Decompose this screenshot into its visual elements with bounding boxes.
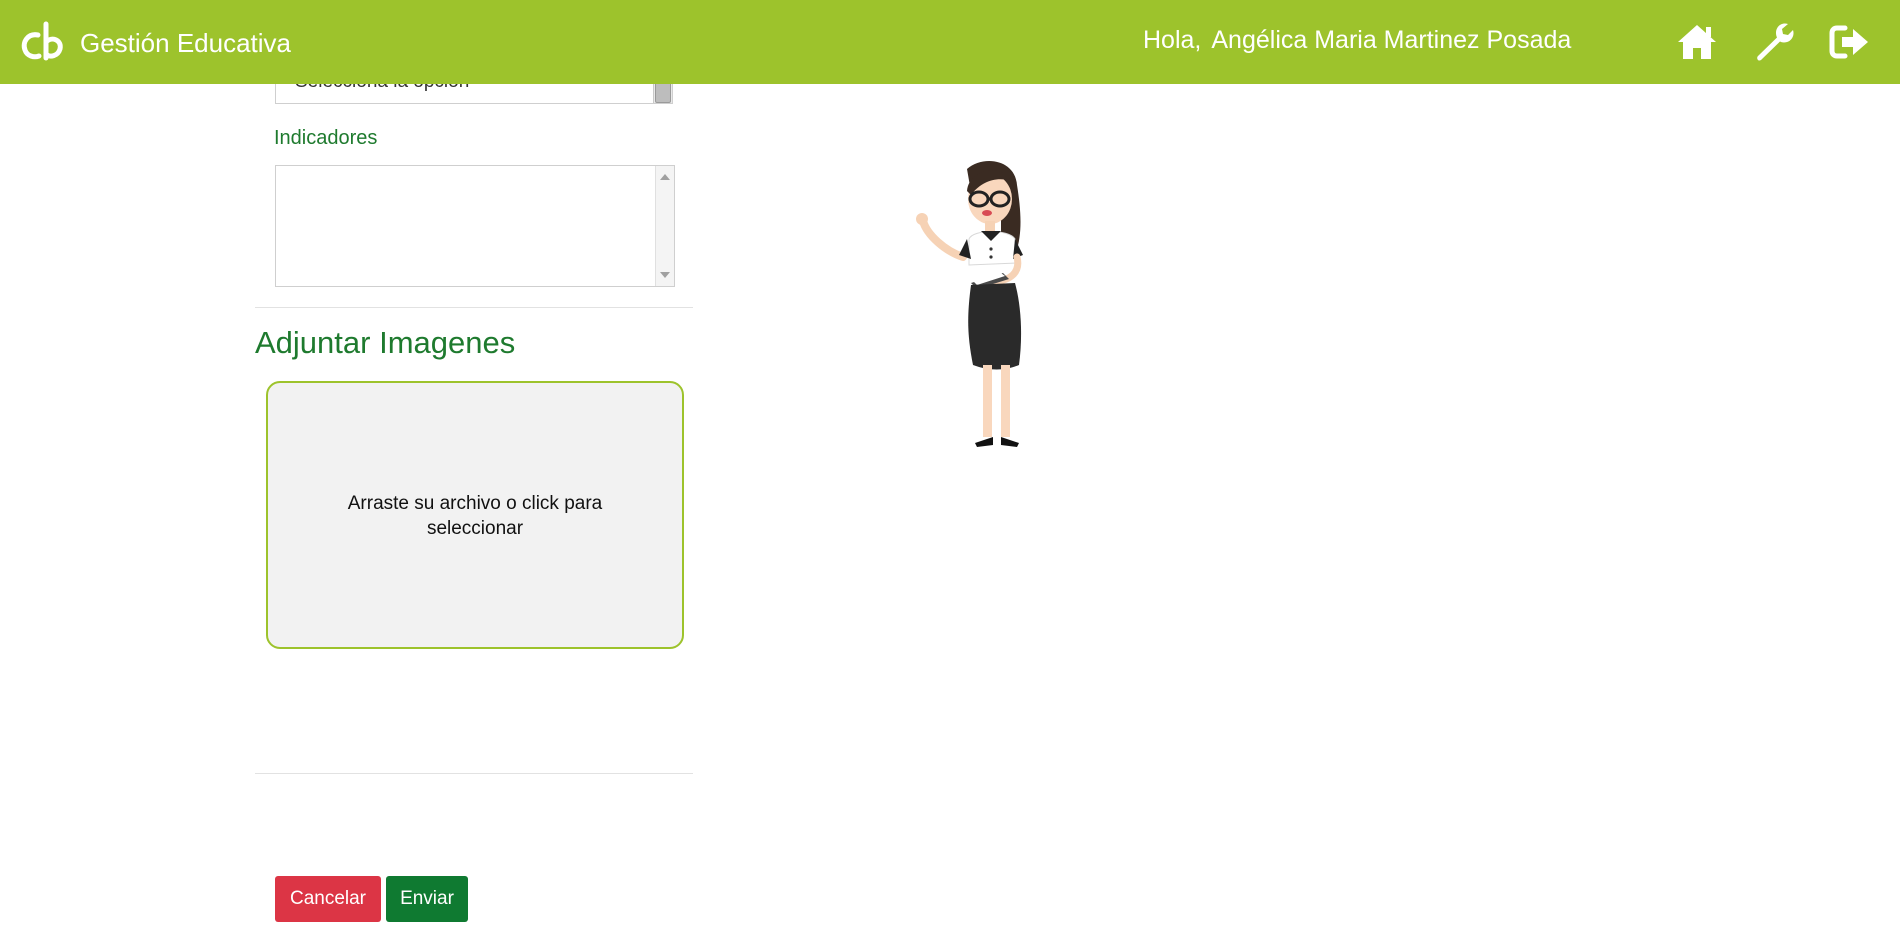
- user-greeting: Hola, Angélica Maria Martinez Posada: [1143, 28, 1571, 53]
- logout-icon[interactable]: [1828, 20, 1872, 64]
- app-title: Gestión Educativa: [80, 28, 292, 58]
- cancel-button[interactable]: Cancelar: [275, 876, 381, 922]
- user-name: Angélica Maria Martinez Posada: [1211, 26, 1572, 54]
- attach-images-title: Adjuntar Imagenes: [255, 325, 516, 360]
- brand[interactable]: Gestión Educativa: [18, 20, 291, 66]
- indicators-textarea[interactable]: [275, 165, 675, 287]
- image-dropzone[interactable]: Arraste su archivo o click para seleccio…: [266, 381, 684, 649]
- select-scroll-thumb[interactable]: [655, 81, 671, 103]
- top-navbar: Gestión Educativa Hola, Angélica Maria Ma…: [0, 0, 1900, 84]
- textarea-scrollbar[interactable]: [655, 166, 674, 286]
- section-divider: [255, 773, 693, 774]
- page: Gestión Educativa Hola, Angélica Maria Ma…: [0, 0, 1900, 934]
- dropzone-text: Arraste su archivo o click para seleccio…: [347, 493, 603, 539]
- brand-logo-icon: [21, 21, 63, 61]
- wrench-icon[interactable]: [1752, 20, 1796, 64]
- teacher-illustration: [916, 161, 1023, 447]
- section-divider: [255, 307, 693, 308]
- greeting-text: Hola,: [1143, 26, 1202, 54]
- indicators-label: Indicadores: [274, 127, 378, 149]
- scroll-down-icon[interactable]: [660, 272, 670, 278]
- home-icon[interactable]: [1675, 20, 1719, 64]
- send-button[interactable]: Enviar: [386, 876, 468, 922]
- scroll-up-icon[interactable]: [660, 174, 670, 180]
